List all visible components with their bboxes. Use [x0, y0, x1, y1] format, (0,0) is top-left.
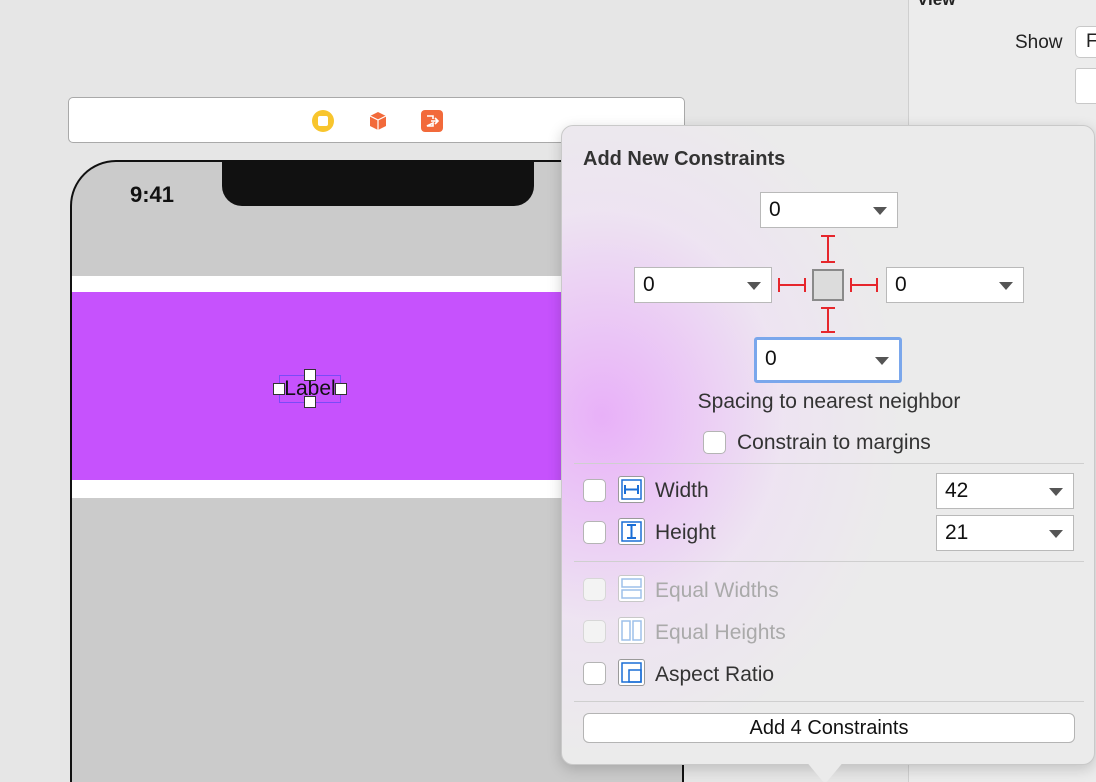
- device-notch: [222, 162, 534, 206]
- show-select[interactable]: F: [1075, 26, 1096, 58]
- divider: [574, 463, 1084, 464]
- top-spacing-combo[interactable]: 0: [760, 192, 898, 228]
- add-constraints-button[interactable]: Add 4 Constraints: [583, 713, 1075, 743]
- width-constraint-icon: [618, 476, 645, 503]
- height-checkbox[interactable]: [583, 521, 606, 544]
- chevron-down-icon[interactable]: [747, 282, 761, 290]
- chevron-down-icon[interactable]: [873, 207, 887, 215]
- chevron-down-icon[interactable]: [999, 282, 1013, 290]
- show-label: Show: [1015, 32, 1063, 53]
- chevron-down-icon[interactable]: [1049, 488, 1063, 496]
- spacing-label: Spacing to nearest neighbor: [697, 390, 961, 413]
- equal-widths-label: Equal Widths: [655, 579, 779, 602]
- first-responder-icon[interactable]: [367, 110, 389, 132]
- divider: [574, 561, 1084, 562]
- aspect-ratio-label: Aspect Ratio: [655, 663, 775, 686]
- left-spacing-value: 0: [643, 273, 655, 296]
- status-bar-time: 9:41: [130, 182, 175, 207]
- selected-label[interactable]: Label: [273, 369, 347, 408]
- top-spacing-value: 0: [769, 198, 781, 221]
- inspector-section-title: View: [917, 0, 955, 10]
- equal-heights-icon: [618, 617, 645, 644]
- chevron-down-icon[interactable]: [875, 357, 889, 365]
- height-constraint-icon: [618, 518, 645, 545]
- equal-widths-icon: [618, 575, 645, 602]
- resize-handle-left[interactable]: [273, 383, 285, 395]
- height-value-combo[interactable]: 21: [936, 515, 1074, 551]
- width-value: 42: [945, 479, 969, 502]
- right-spacing-combo[interactable]: 0: [886, 267, 1024, 303]
- height-label: Height: [655, 521, 716, 544]
- chevron-down-icon[interactable]: [1049, 530, 1063, 538]
- equal-widths-checkbox[interactable]: [583, 578, 606, 601]
- equal-heights-label: Equal Heights: [655, 621, 786, 644]
- equal-heights-checkbox[interactable]: [583, 620, 606, 643]
- aspect-ratio-checkbox[interactable]: [583, 662, 606, 685]
- divider: [574, 701, 1084, 702]
- exit-icon[interactable]: [421, 110, 443, 132]
- constrain-margins-label: Constrain to margins: [737, 431, 931, 454]
- bottom-spacing-combo[interactable]: 0: [754, 337, 902, 383]
- popover-title: Add New Constraints: [583, 148, 786, 170]
- resize-handle-right[interactable]: [335, 383, 347, 395]
- add-constraints-popover: Add New Constraints 0 0 0 0 Spacing to n…: [561, 125, 1095, 782]
- constrain-margins-checkbox[interactable]: [703, 431, 726, 454]
- width-checkbox[interactable]: [583, 479, 606, 502]
- width-label: Width: [655, 479, 709, 502]
- left-spacing-combo[interactable]: 0: [634, 267, 772, 303]
- right-spacing-value: 0: [895, 273, 907, 296]
- height-value: 21: [945, 521, 969, 544]
- resize-handle-bottom[interactable]: [304, 396, 316, 408]
- width-value-combo[interactable]: 42: [936, 473, 1074, 509]
- constraint-center-box: [812, 269, 844, 301]
- aspect-ratio-icon: [618, 659, 645, 686]
- resize-handle-top[interactable]: [304, 369, 316, 381]
- inspector-field[interactable]: [1075, 68, 1096, 104]
- view-controller-icon[interactable]: [312, 110, 334, 132]
